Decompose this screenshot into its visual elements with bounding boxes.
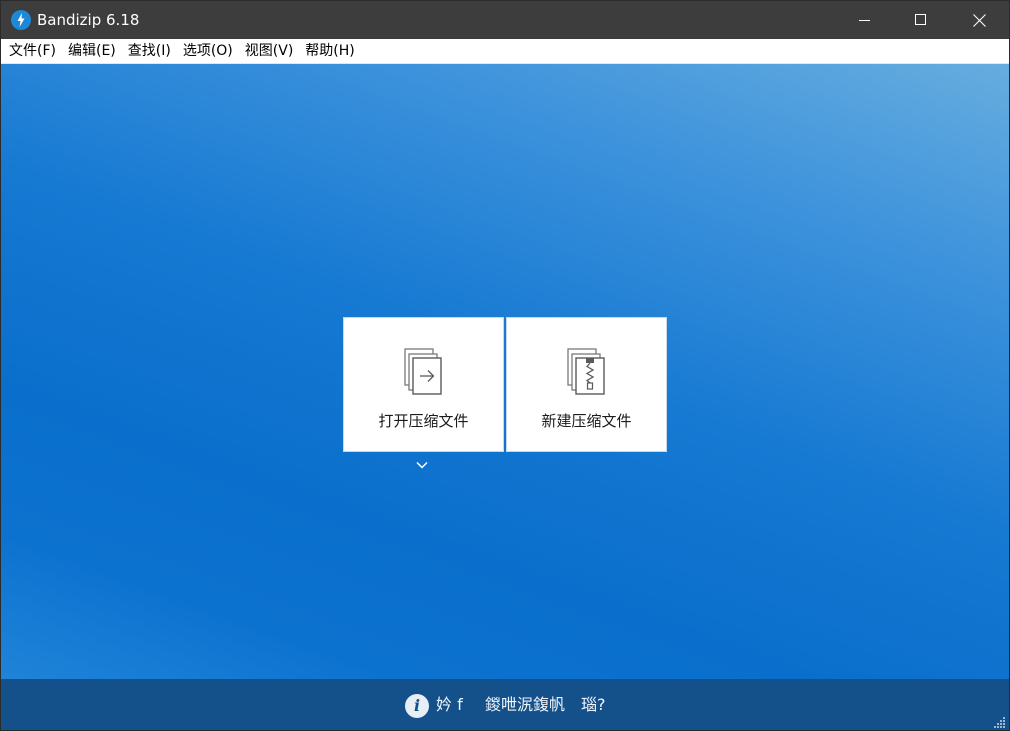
maximize-button[interactable] — [893, 1, 949, 39]
close-button[interactable] — [951, 1, 1007, 39]
menu-file[interactable]: 文件(F) — [4, 39, 63, 64]
start-screen: 打开压缩文件 新建压缩文件 — [1, 64, 1009, 679]
menu-bar: 文件(F) 编辑(E) 查找(I) 选项(O) 视图(V) 帮助(H) — [1, 39, 1009, 64]
window-title: Bandizip 6.18 — [37, 11, 140, 29]
menu-options[interactable]: 选项(O) — [178, 39, 240, 64]
new-archive-button[interactable]: 新建压缩文件 — [506, 317, 667, 452]
chevron-down-icon[interactable] — [415, 460, 429, 470]
minimize-icon — [859, 20, 870, 21]
open-archive-button[interactable]: 打开压缩文件 — [343, 317, 504, 452]
resize-grip-icon[interactable] — [994, 716, 1006, 728]
menu-view[interactable]: 视图(V) — [240, 39, 301, 64]
menu-find[interactable]: 查找(I) — [123, 39, 178, 64]
status-text-3[interactable]: 瑙? — [581, 695, 606, 715]
status-text-2[interactable]: 鍐呭泦鍑帆 — [485, 695, 565, 715]
app-window: Bandizip 6.18 文件(F) 编辑(E) 查找(I) 选项(O) 视图… — [0, 0, 1010, 731]
open-archive-label: 打开压缩文件 — [378, 412, 469, 430]
open-archive-icon — [404, 348, 442, 395]
new-archive-icon — [567, 348, 605, 395]
menu-help[interactable]: 帮助(H) — [300, 39, 361, 64]
info-icon[interactable]: i — [405, 694, 429, 718]
new-archive-label: 新建压缩文件 — [541, 412, 632, 430]
close-icon — [972, 13, 986, 27]
status-text-1[interactable]: 妗 f — [436, 695, 463, 715]
status-bar: i 妗 f 鍐呭泦鍑帆 瑙? — [1, 679, 1009, 730]
minimize-button[interactable] — [837, 1, 893, 39]
menu-edit[interactable]: 编辑(E) — [63, 39, 123, 64]
bandizip-logo-icon[interactable] — [11, 10, 31, 30]
title-bar[interactable]: Bandizip 6.18 — [1, 1, 1009, 39]
maximize-icon — [915, 14, 926, 25]
